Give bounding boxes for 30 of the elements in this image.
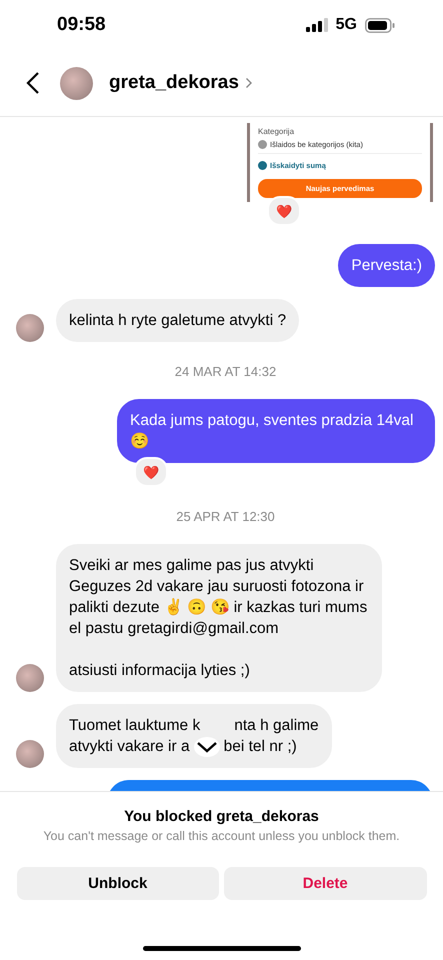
question-icon [258,140,267,149]
unblock-button[interactable]: Unblock [16,867,219,900]
blocked-subtitle: You can't message or call this account unless you unblock them. [43,829,400,843]
timestamp: 24 MAR AT 14:32 [174,364,278,379]
message-text: bei tel nr ;) [224,737,297,757]
delete-button[interactable]: Delete [224,867,426,900]
split-icon [258,161,267,170]
message-text: Tuomet lauktume k [69,716,200,736]
chevron-down-icon [196,740,218,752]
avatar[interactable] [60,66,93,100]
message-text: Pervesta:) [351,256,422,276]
network-label: 5G [336,16,357,34]
message-text: kelinta h ryte galetume atvykti ? [69,311,286,331]
battery-icon [365,18,395,32]
back-chevron-icon [26,71,40,95]
category-label: Kategorija [258,127,296,136]
message-text: Kada jums patogu, sventes pradzia 14val ☺ [130,411,414,452]
signal-icon [306,18,328,32]
blocked-title: You blocked greta_dekoras [124,808,319,825]
message-text: atsiusti informacija lyties ;) [69,661,251,681]
scroll-down-button[interactable] [194,736,220,756]
message-text: nta h galime [234,716,319,736]
message-text: atvykti vakare ir a [69,737,190,757]
timestamp: 25 APR AT 12:30 [175,509,276,524]
chevron-right-icon [244,77,253,89]
heart-reaction[interactable]: ❤ [267,196,301,226]
status-time: 09:58 [57,14,106,36]
message-text: Sveiki ar mes galime pas jus atvykti Geguzes 2d vakare jau suruosti fotozona ir palikti dezute ✌ 🙃 😘 ir kazkas turi mums el pastu gretagirdi@gmail.com [69,556,368,639]
heart-reaction[interactable]: ❤ [134,457,168,487]
username-button[interactable]: greta_dekoras [109,72,253,94]
